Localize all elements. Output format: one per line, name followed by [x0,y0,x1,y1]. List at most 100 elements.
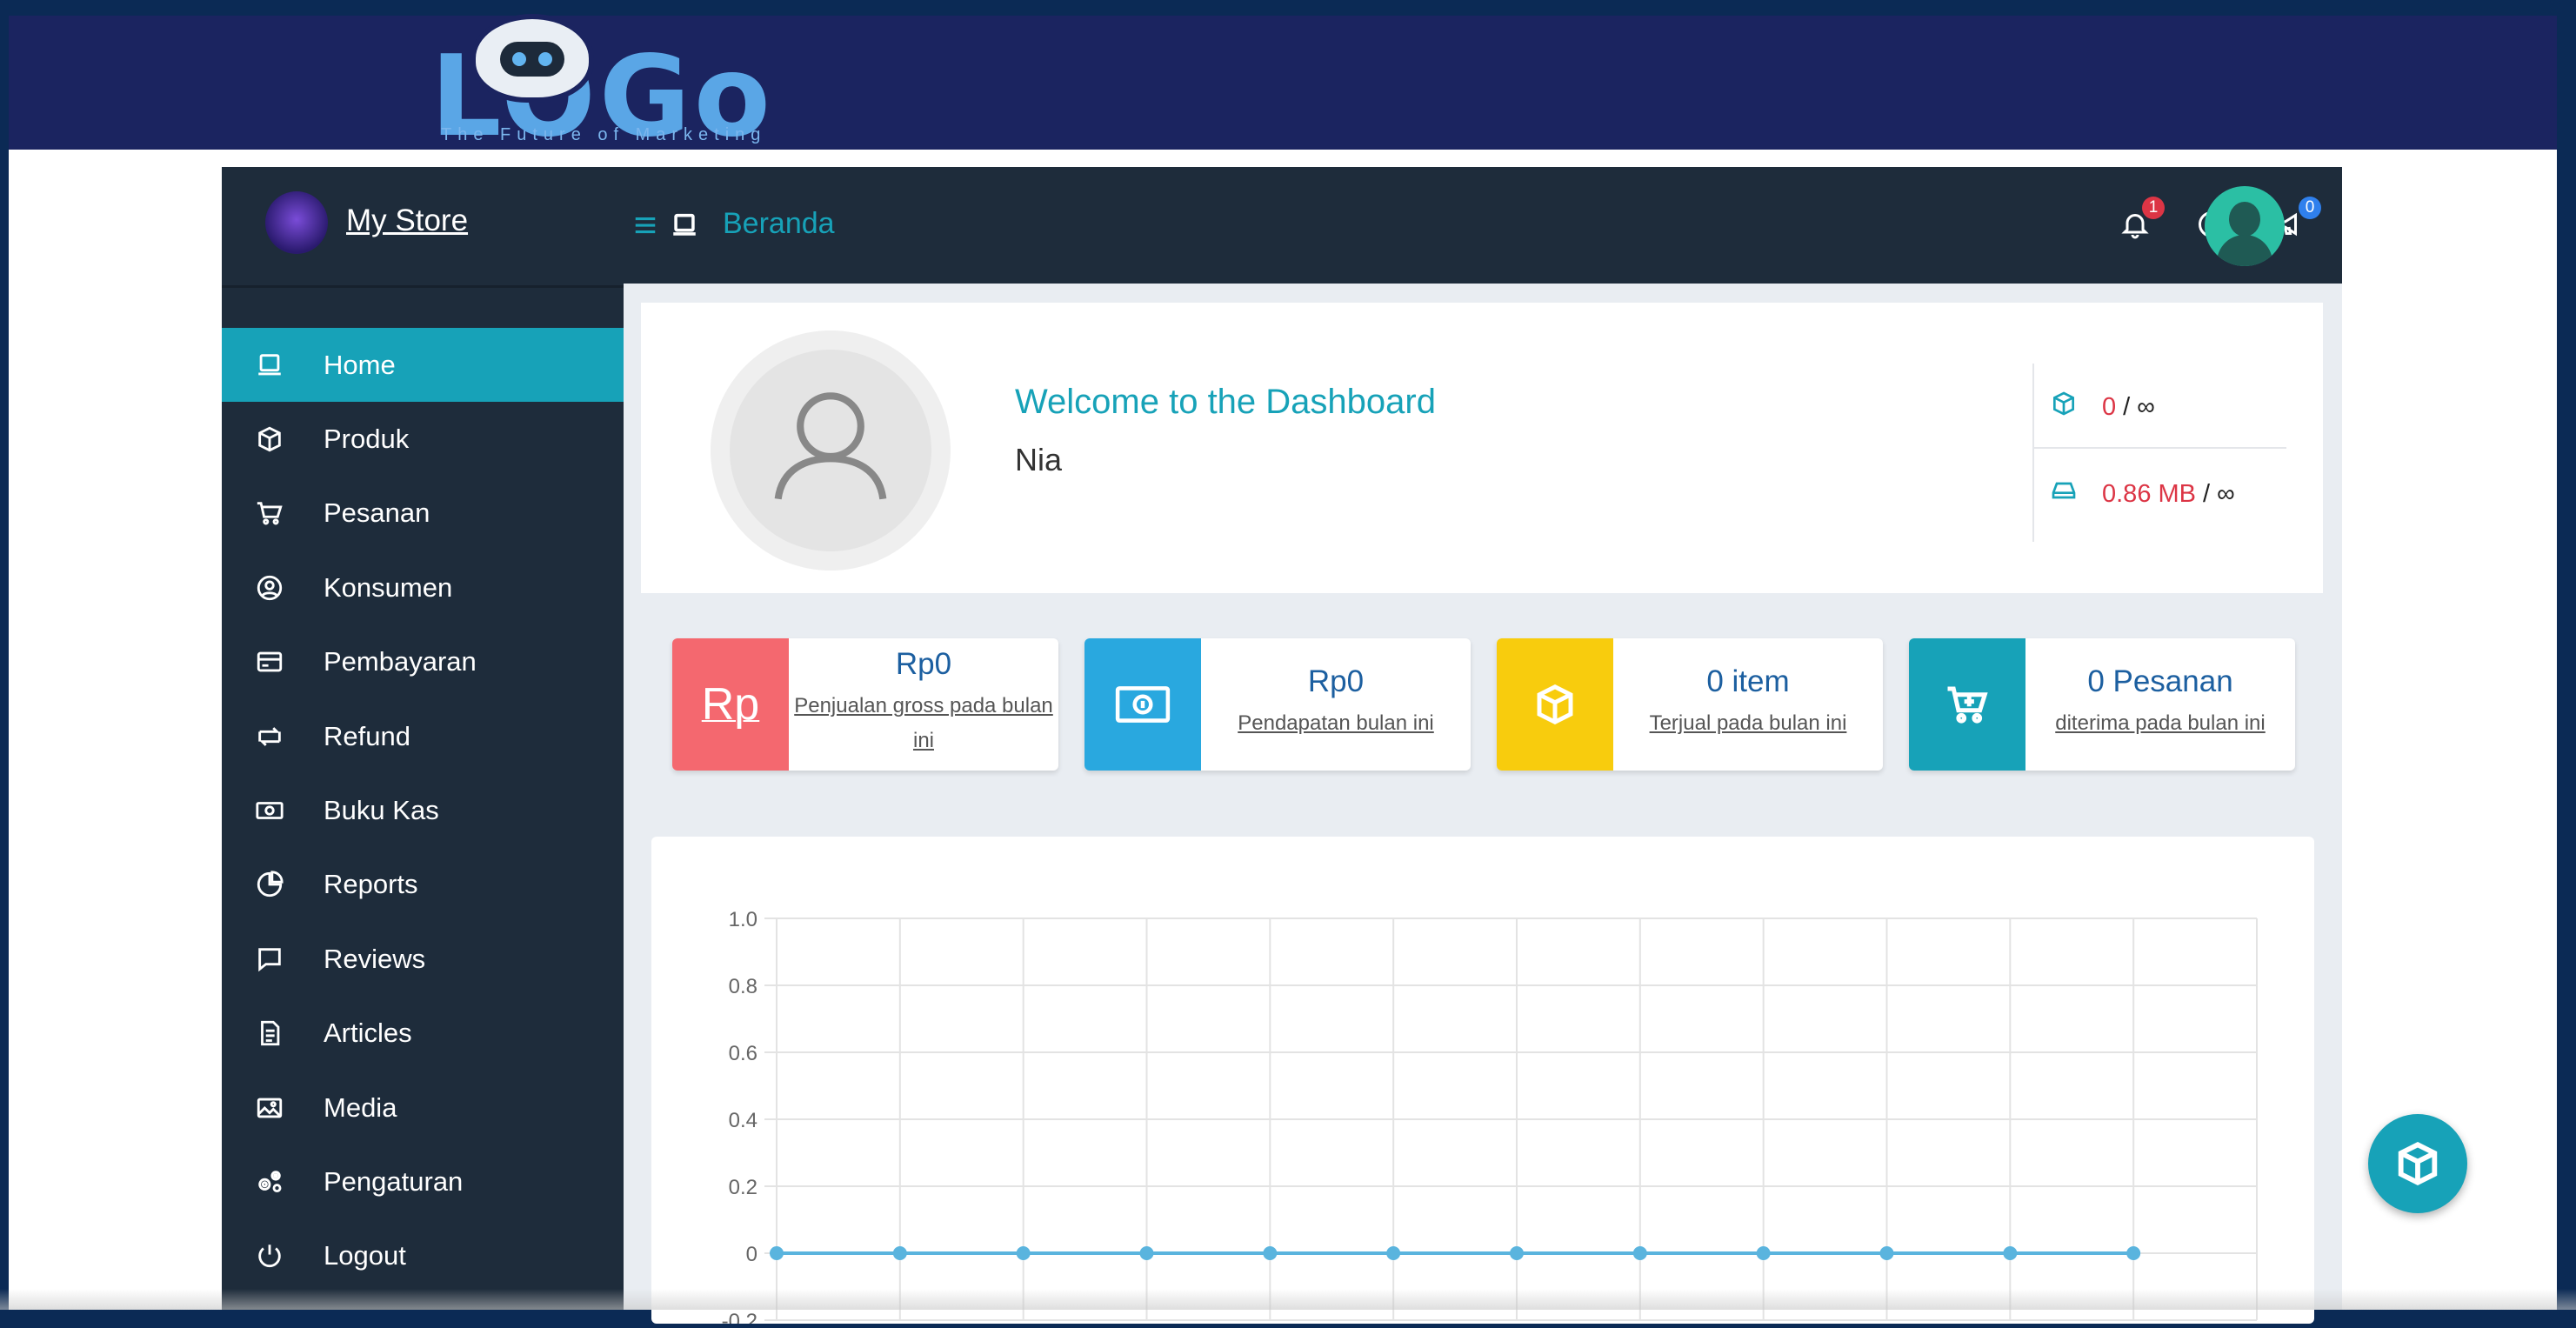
notification-badge: 1 [2142,197,2165,219]
storage-quota-limit: / ∞ [2203,479,2235,508]
book-icon[interactable] [2354,209,2389,244]
sidebar-item-label: Articles [324,1018,412,1049]
robot-mascot-icon [476,19,589,97]
cart-plus-icon [1909,638,2025,771]
store-avatar[interactable] [265,191,328,254]
welcome-title: Welcome to the Dashboard [1015,383,1436,421]
bottom-shadow [0,1289,2576,1310]
data-point [1632,1246,1647,1260]
floating-box-button[interactable] [2368,1114,2467,1213]
bell-icon[interactable]: 1 [2119,197,2165,244]
data-point [2003,1246,2018,1260]
breadcrumb[interactable]: Beranda [723,207,835,241]
top-header: Beranda 1 0 0 [624,167,2380,284]
y-tick-label: 1.0 [729,908,757,931]
sidebar-item-reviews[interactable]: Reviews [222,922,624,996]
y-tick-label: -0.2 [722,1310,757,1324]
sidebar-item-home[interactable]: Home [222,328,624,403]
stat-card-income[interactable]: Rp0 Pendapatan bulan ini [1084,638,1471,771]
user-name: Nia [1015,442,1063,477]
sidebar-item-refund[interactable]: Refund [222,699,624,773]
menu-toggle-icon[interactable] [632,212,658,238]
y-tick-label: 0.6 [729,1042,757,1065]
stat-value: Rp0 [1307,664,1365,698]
storage-quota: 0.86 MB / ∞ [2050,477,2235,511]
store-name-link[interactable]: My Store [346,204,468,238]
user-avatar[interactable] [2205,186,2285,266]
stat-card-orders[interactable]: 0 Pesanan diterima pada bulan ini [1909,638,2295,771]
money-icon [1084,638,1201,771]
box-icon [2398,1142,2438,1185]
sales-chart-card: 1.0 0.8 0.6 0.4 0.2 0 -0.2 [651,837,2314,1328]
stat-label[interactable]: Pendapatan bulan ini [1201,706,1471,741]
data-point [1386,1246,1401,1260]
stat-card-gross-sales[interactable]: Rp Rp0 Penjualan gross pada bulan ini [672,638,1058,771]
rupiah-icon: Rp [672,638,789,771]
stat-label[interactable]: Terjual pada bulan ini [1613,706,1883,741]
sidebar-item-label: Logout [324,1240,406,1271]
sidebar-item-label: Buku Kas [324,795,439,826]
welcome-card: Welcome to the Dashboard Nia 0 / ∞ 0.86 … [641,303,2323,593]
image-icon [252,1093,287,1123]
logo-tagline: The Future of Marketing [441,125,767,144]
sidebar-item-pengaturan[interactable]: Pengaturan [222,1144,624,1218]
sidebar-item-label: Pembayaran [324,646,477,677]
quota-divider [2034,447,2286,449]
box-icon [252,424,287,454]
sidebar-item-articles[interactable]: Articles [222,997,624,1071]
sidebar-item-label: Pesanan [324,497,430,529]
profile-picture[interactable] [711,330,951,571]
data-point [2126,1246,2141,1260]
sidebar-item-label: Reviews [324,943,426,974]
data-point [1756,1246,1771,1260]
cash-icon [252,796,287,825]
sidebar-item-label: Produk [324,424,410,455]
sidebar-item-logout[interactable]: Logout [222,1219,624,1293]
pie-chart-icon [252,870,287,899]
sidebar-item-reports[interactable]: Reports [222,848,624,922]
credit-card-icon [252,647,287,677]
brand-logo[interactable]: LOGo The Future of Marketing [422,16,822,155]
data-point [1016,1246,1031,1260]
data-point [892,1246,907,1260]
sidebar-item-media[interactable]: Media [222,1071,624,1144]
cart-icon [252,498,287,528]
storage-quota-used: 0.86 MB [2102,479,2196,508]
sidebar-nav: Home Produk Pesanan Konsumen Pembayaran … [222,328,624,1293]
product-quota: 0 / ∞ [2050,390,2155,424]
data-point [1879,1246,1894,1260]
stat-value: 0 Pesanan [2087,664,2233,698]
y-tick-label: 0.2 [729,1176,757,1199]
dashboard-app: My Store Home Produk Pesanan Konsumen Pe… [222,167,2380,1328]
sidebar-item-konsumen[interactable]: Konsumen [222,551,624,624]
sidebar-item-produk[interactable]: Produk [222,402,624,476]
stat-card-items-sold[interactable]: 0 item Terjual pada bulan ini [1497,638,1883,771]
document-icon [252,1018,287,1048]
store-header: My Store [222,167,624,288]
sidebar-item-label: Media [324,1091,397,1123]
stat-label[interactable]: Penjualan gross pada bulan ini [789,689,1058,758]
sidebar-item-pesanan[interactable]: Pesanan [222,477,624,551]
sidebar-item-label: Reports [324,869,418,900]
y-tick-label: 0.4 [729,1109,757,1132]
brand-bar: LOGo The Future of Marketing [9,16,2557,153]
stat-value: 0 item [1706,664,1790,698]
laptop-icon [252,350,287,380]
refund-icon [252,722,287,751]
hard-drive-icon [2050,477,2102,511]
sidebar-item-buku-kas[interactable]: Buku Kas [222,773,624,847]
sidebar-item-label: Pengaturan [324,1165,464,1197]
stat-label[interactable]: diterima pada bulan ini [2025,706,2295,741]
sidebar-item-label: Konsumen [324,571,453,603]
sidebar-item-pembayaran[interactable]: Pembayaran [222,625,624,699]
product-quota-limit: / ∞ [2123,392,2155,421]
sidebar: My Store Home Produk Pesanan Konsumen Pe… [222,167,624,1310]
y-tick-label: 0.8 [729,975,757,998]
sales-chart: 1.0 0.8 0.6 0.4 0.2 0 -0.2 [722,908,2258,1328]
y-tick-label: 0 [746,1243,757,1266]
data-point [770,1246,784,1260]
announcement-badge: 0 [2299,197,2321,219]
box-icon [1497,638,1613,771]
sidebar-item-label: Home [324,349,396,380]
power-icon [252,1241,287,1271]
